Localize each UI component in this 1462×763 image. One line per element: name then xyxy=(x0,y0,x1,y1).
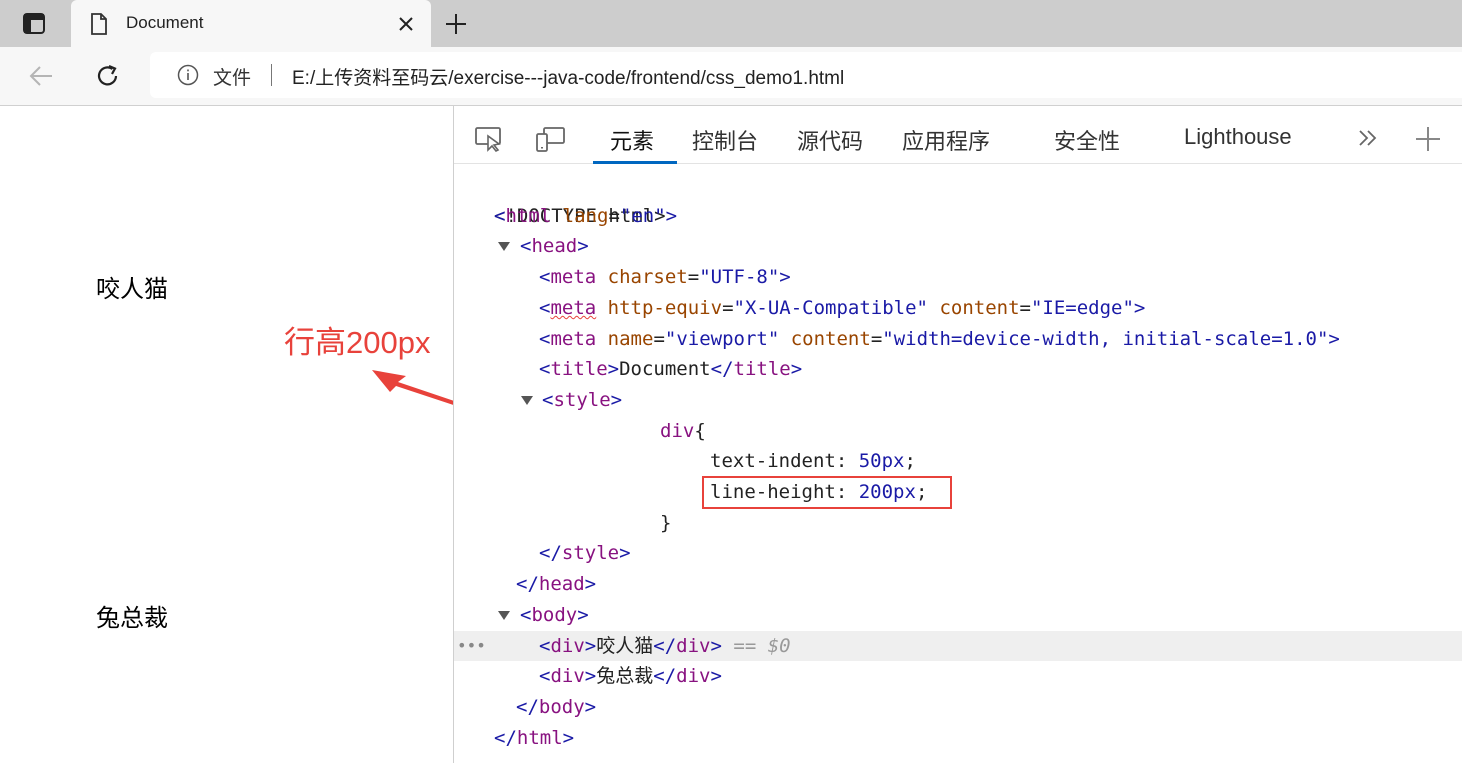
dom-div-node-selected[interactable]: ••• <div>咬人猫</div> == $0 xyxy=(454,630,1462,662)
devtools-panel: 元素 控制台 源代码 应用程序 安全性 Lighthouse <!DOCTYPE… xyxy=(453,106,1462,763)
site-info-label: 文件 xyxy=(213,67,252,89)
expand-triangle-icon[interactable] xyxy=(498,610,510,620)
reload-icon[interactable] xyxy=(95,63,121,89)
css-text-indent: text-indent: 50px; xyxy=(710,450,916,473)
line-height-highlight-box xyxy=(702,476,952,509)
dom-html-close[interactable]: </html> xyxy=(454,723,1462,754)
back-icon[interactable] xyxy=(28,64,54,88)
expand-triangle-icon[interactable] xyxy=(498,242,510,252)
url-text[interactable]: E:/上传资料至码云/exercise---java-code/frontend… xyxy=(292,63,844,90)
devtools-toolbar: 元素 控制台 源代码 应用程序 安全性 Lighthouse xyxy=(454,106,1462,164)
dom-meta-charset[interactable]: <meta charset="UTF-8"> xyxy=(454,262,1462,293)
tab-elements[interactable]: 元素 xyxy=(610,124,654,156)
tab-console[interactable]: 控制台 xyxy=(692,124,758,156)
tab-application[interactable]: 应用程序 xyxy=(902,124,990,156)
dom-style-node[interactable]: <style> xyxy=(454,385,1462,416)
line-height-annotation: 行高200px xyxy=(284,325,431,360)
div-text-1: 咬人猫 xyxy=(96,275,168,303)
div-text-2: 兔总裁 xyxy=(96,604,168,632)
dom-title-node[interactable]: <title>Document</title> xyxy=(454,354,1462,385)
tab-title: Document xyxy=(126,13,204,32)
active-tab-indicator xyxy=(593,161,677,164)
dom-head-node[interactable]: <head> xyxy=(454,231,1462,262)
tab-lighthouse[interactable]: Lighthouse xyxy=(1184,124,1292,150)
css-rule-selector: div{ xyxy=(660,419,706,442)
add-tool-icon[interactable] xyxy=(1414,125,1442,153)
dom-meta-http-equiv[interactable]: <meta http-equiv="X-UA-Compatible" conte… xyxy=(454,293,1462,324)
inspect-element-icon[interactable] xyxy=(474,126,504,152)
info-icon[interactable] xyxy=(177,64,199,86)
browser-tab[interactable]: Document xyxy=(71,0,431,47)
address-bar[interactable]: 文件 E:/上传资料至码云/exercise---java-code/front… xyxy=(150,52,1462,98)
more-options-icon[interactable]: ••• xyxy=(457,631,486,662)
more-tabs-icon[interactable] xyxy=(1356,126,1380,150)
css-line-height: line-height: 200px; xyxy=(710,481,928,503)
dom-head-close[interactable]: </head> xyxy=(454,569,1462,600)
page-icon xyxy=(91,13,107,35)
dom-doctype[interactable]: <!DOCTYPE html> xyxy=(454,170,1462,227)
expand-triangle-icon[interactable] xyxy=(521,395,533,405)
tab-strip: Document xyxy=(0,0,1462,47)
css-rule-close: } xyxy=(660,511,672,534)
tab-actions-icon[interactable] xyxy=(18,12,48,36)
tab-sources[interactable]: 源代码 xyxy=(797,124,863,156)
dom-html-node[interactable]: <html lang="en"> xyxy=(454,201,1462,232)
browser-toolbar: 文件 E:/上传资料至码云/exercise---java-code/front… xyxy=(0,47,1462,106)
dom-meta-viewport[interactable]: <meta name="viewport" content="width=dev… xyxy=(454,324,1462,355)
tab-security[interactable]: 安全性 xyxy=(1054,124,1120,156)
device-emulation-icon[interactable] xyxy=(534,125,566,153)
dom-body-close[interactable]: </body> xyxy=(454,692,1462,723)
new-tab-icon[interactable] xyxy=(444,12,468,36)
separator xyxy=(271,64,272,86)
dom-div-node[interactable]: <div>兔总裁</div> xyxy=(454,661,1462,692)
dom-style-close[interactable]: </style> xyxy=(454,538,1462,569)
close-icon[interactable] xyxy=(397,15,415,33)
dom-body-node[interactable]: <body> xyxy=(454,600,1462,631)
